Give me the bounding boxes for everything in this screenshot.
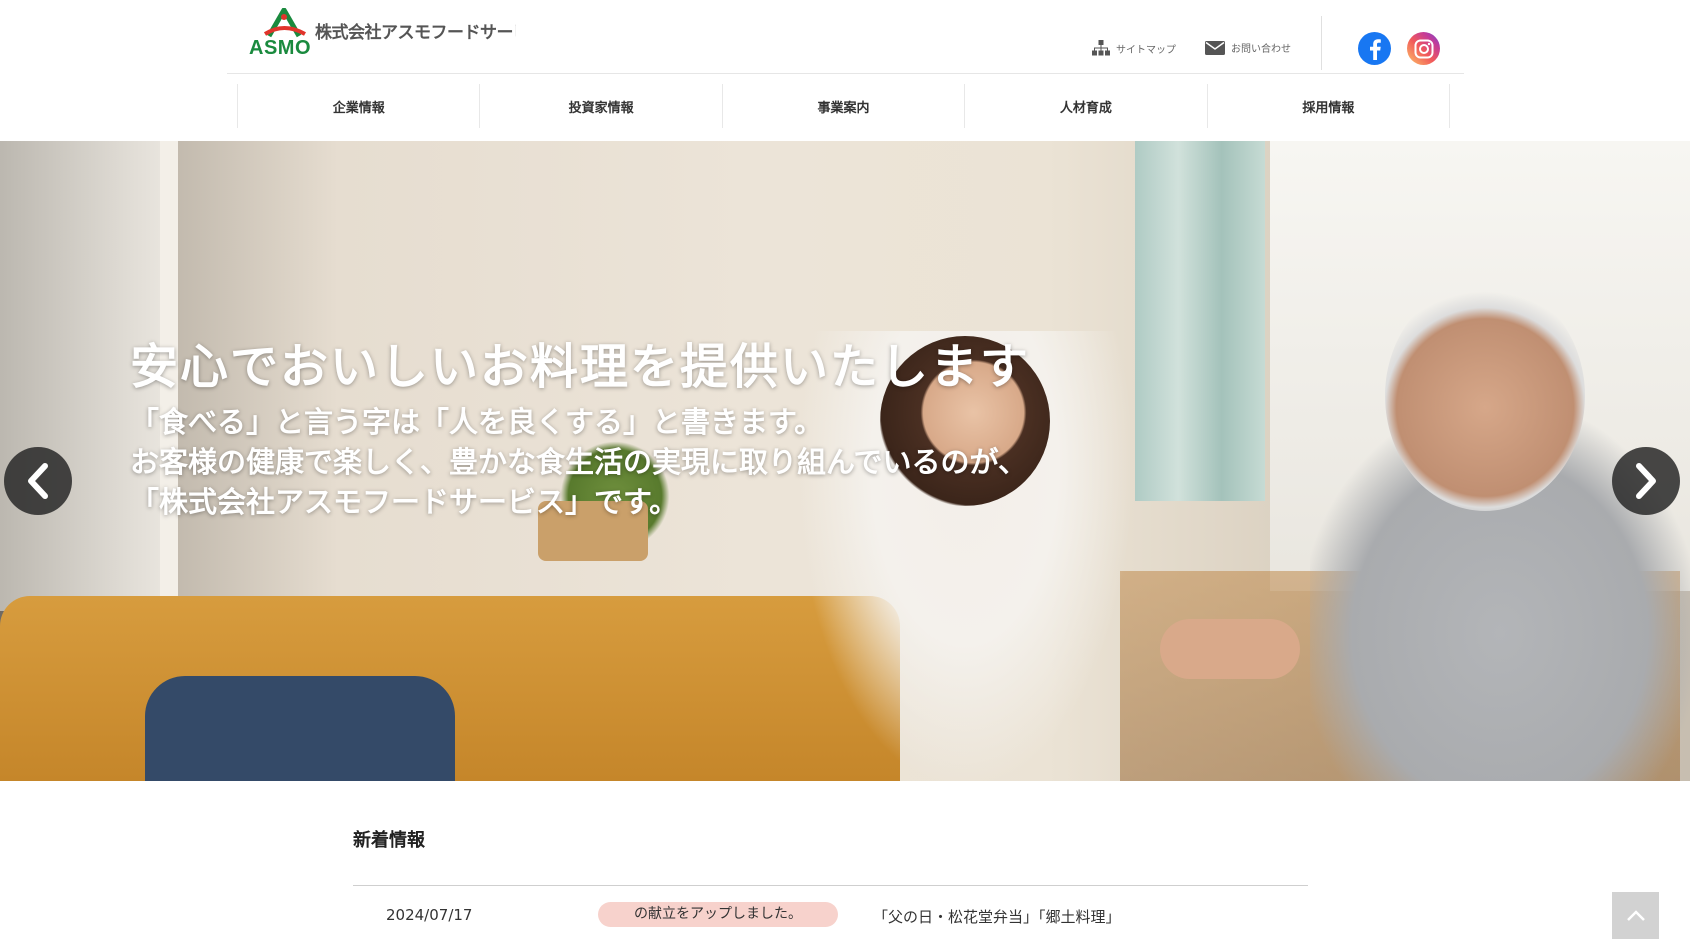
- sitemap-label: サイトマップ: [1116, 44, 1176, 56]
- chevron-up-icon: [1626, 909, 1645, 921]
- photo-cushion: [145, 676, 455, 781]
- hero-text-line-1: 「食べる」と言う字は「人を良くする」と書きます。: [130, 404, 824, 439]
- news-divider: [353, 885, 1308, 886]
- instagram-icon: [1414, 39, 1433, 58]
- nav-item-company[interactable]: 企業情報: [238, 84, 481, 128]
- news-item: 2024/07/17 の献立をアップしました。 「父の日・松花堂弁当」「郷土料理…: [353, 902, 1308, 930]
- facebook-icon: [1369, 38, 1381, 60]
- page-top-button[interactable]: [1612, 892, 1659, 939]
- nav-item-business[interactable]: 事業案内: [723, 84, 966, 128]
- nav-item-training[interactable]: 人材育成: [965, 84, 1208, 128]
- header-top-bar: ASMO 株式会社アスモフードサービス サイトマップ お問い合わせ: [227, 0, 1464, 74]
- header-divider: [1321, 16, 1322, 70]
- global-nav: 企業情報 投資家情報 事業案内 人材育成 採用情報: [237, 84, 1451, 128]
- photo-elderly-man-head: [1385, 281, 1585, 511]
- contact-label: お問い合わせ: [1231, 44, 1291, 55]
- mail-icon: [1205, 40, 1225, 55]
- news-heading: 新着情報: [353, 830, 425, 851]
- hero-title: 安心でおいしいお料理を提供いたします: [130, 339, 1031, 395]
- contact-link[interactable]: お問い合わせ: [1205, 40, 1291, 55]
- nav-item-recruit[interactable]: 採用情報: [1208, 84, 1451, 128]
- logo-text: ASMO: [249, 37, 311, 59]
- instagram-link[interactable]: [1407, 32, 1440, 65]
- news-date: 2024/07/17: [386, 906, 473, 924]
- chevron-left-icon: [28, 463, 48, 499]
- chevron-right-icon: [1636, 463, 1656, 499]
- sitemap-link[interactable]: サイトマップ: [1092, 40, 1176, 56]
- hero-slider: 安心でおいしいお料理を提供いたします 「食べる」と言う字は「人を良くする」と書き…: [0, 141, 1690, 781]
- site-header: ASMO 株式会社アスモフードサービス サイトマップ お問い合わせ: [0, 0, 1690, 141]
- hero-text-line-3: 「株式会社アスモフードサービス」です。: [130, 484, 679, 519]
- sitemap-icon: [1092, 40, 1110, 56]
- site-logo[interactable]: ASMO: [249, 7, 319, 60]
- hero-copy: 安心でおいしいお料理を提供いたします 「食べる」と言う字は「人を良くする」と書き…: [130, 341, 1030, 522]
- news-link[interactable]: 「父の日・松花堂弁当」「郷土料理」: [873, 906, 1121, 927]
- photo-holding-hands: [1160, 619, 1300, 679]
- photo-curtain: [1135, 141, 1265, 501]
- nav-item-investors[interactable]: 投資家情報: [480, 84, 723, 128]
- slider-next-button[interactable]: [1612, 447, 1680, 515]
- slider-prev-button[interactable]: [4, 447, 72, 515]
- hero-text-line-2: お客様の健康で楽しく、豊かな食生活の実現に取り組んでいるのが、: [130, 444, 1027, 479]
- facebook-link[interactable]: [1358, 32, 1391, 65]
- company-name: 株式会社アスモフードサービス: [315, 23, 516, 43]
- news-category-tag[interactable]: の献立をアップしました。: [598, 902, 838, 927]
